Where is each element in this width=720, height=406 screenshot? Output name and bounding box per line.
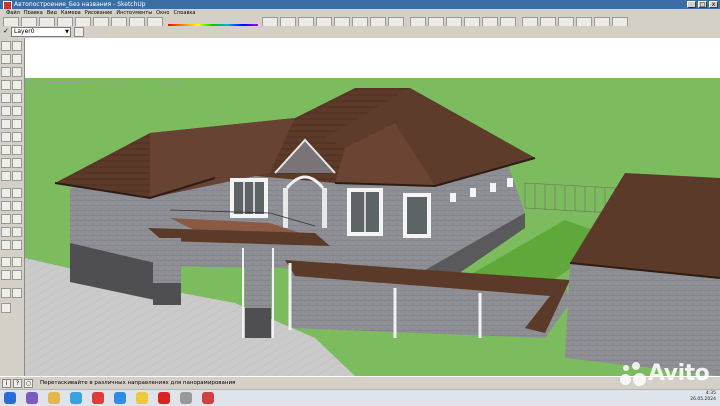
sketchup-taskbar-icon[interactable] <box>202 392 214 404</box>
warehouse-icon[interactable] <box>1 270 11 280</box>
left-toolbar <box>0 38 25 376</box>
offset-icon[interactable] <box>12 132 22 142</box>
avito-logo-icon <box>620 362 646 388</box>
look-around-icon[interactable] <box>12 240 22 250</box>
arc-icon[interactable] <box>12 80 22 90</box>
status-bar: i ? ○ Перетаскивайте в различных направл… <box>0 376 720 390</box>
push-pull-icon[interactable] <box>12 106 22 116</box>
system-tray-clock[interactable]: 4:35 26.05.2024 <box>690 391 716 403</box>
rectangle-icon[interactable] <box>1 67 11 77</box>
window-title: Автопостроение_Без названия - SketchUp <box>14 1 146 8</box>
sandbox-icon[interactable] <box>1 257 11 267</box>
layer-manager-icon[interactable] <box>74 27 84 37</box>
tape-measure-side-icon[interactable] <box>1 145 11 155</box>
browser-icon[interactable] <box>70 392 82 404</box>
model-viewport[interactable] <box>25 38 720 376</box>
layer-dropdown-value: Layer0 <box>14 28 35 35</box>
layer-visible-check[interactable]: ✓ <box>3 28 10 35</box>
circle-icon[interactable] <box>1 80 11 90</box>
pan-icon[interactable] <box>1 201 11 211</box>
polygon-icon[interactable] <box>1 93 11 103</box>
extension-icon[interactable] <box>12 270 22 280</box>
print-icon[interactable] <box>1 303 11 313</box>
eraser-icon[interactable] <box>12 54 22 64</box>
orbit-icon[interactable] <box>12 188 22 198</box>
folder-icon[interactable] <box>48 392 60 404</box>
freehand-icon[interactable] <box>12 93 22 103</box>
walk-icon[interactable] <box>1 240 11 250</box>
select-arrow-icon[interactable] <box>1 41 11 51</box>
section-plane-icon[interactable] <box>1 188 11 198</box>
text-icon[interactable] <box>12 158 22 168</box>
layer-dropdown[interactable]: Layer0 ▼ <box>11 27 71 37</box>
taskbar-app-icon-1[interactable] <box>26 392 38 404</box>
paint-bucket-icon[interactable] <box>1 54 11 64</box>
house-3d-model <box>25 38 720 376</box>
scale-icon[interactable] <box>1 132 11 142</box>
minimize-button[interactable]: _ <box>687 1 696 8</box>
close-button[interactable]: x <box>709 1 718 8</box>
footprints-icon[interactable] <box>12 257 22 267</box>
avito-watermark: Avito <box>620 360 712 390</box>
clock-date: 26.05.2024 <box>690 397 716 402</box>
rotate-icon[interactable] <box>1 119 11 129</box>
chevron-down-icon: ▼ <box>65 29 69 35</box>
info-icon[interactable]: i <box>2 379 11 388</box>
help-icon[interactable]: ? <box>13 379 22 388</box>
maximize-button[interactable]: □ <box>698 1 707 8</box>
status-hint: Перетаскивайте в различных направлениях … <box>40 380 236 386</box>
taskbar-app-icon-6[interactable] <box>136 392 148 404</box>
geo-location-icon[interactable]: ○ <box>24 379 33 388</box>
skype-icon[interactable] <box>114 392 126 404</box>
taskbar-app-icon-4[interactable] <box>92 392 104 404</box>
start-button-icon[interactable] <box>4 392 16 404</box>
3d-text-icon[interactable] <box>12 171 22 181</box>
previous-view-icon[interactable] <box>1 227 11 237</box>
yandex-browser-icon[interactable] <box>158 392 170 404</box>
line-icon[interactable] <box>12 67 22 77</box>
follow-me-icon[interactable] <box>12 119 22 129</box>
avito-watermark-text: Avito <box>648 361 710 386</box>
zoom-extents-side-icon[interactable] <box>12 214 22 224</box>
position-camera-icon[interactable] <box>12 227 22 237</box>
axes-icon[interactable] <box>1 171 11 181</box>
make-component-icon[interactable] <box>12 41 22 51</box>
shadow-icon[interactable] <box>12 288 22 298</box>
taskbar-app-icon-8[interactable] <box>180 392 192 404</box>
move-icon[interactable] <box>1 106 11 116</box>
dimension-icon[interactable] <box>12 145 22 155</box>
sky <box>25 38 720 78</box>
zoom-icon[interactable] <box>12 201 22 211</box>
taskbar: 4:35 26.05.2024 <box>0 389 720 406</box>
zoom-window-icon[interactable] <box>1 214 11 224</box>
protractor-icon[interactable] <box>1 158 11 168</box>
window-title-bar[interactable]: Автопостроение_Без названия - SketchUp _… <box>0 0 720 10</box>
layer-icon[interactable] <box>1 288 11 298</box>
